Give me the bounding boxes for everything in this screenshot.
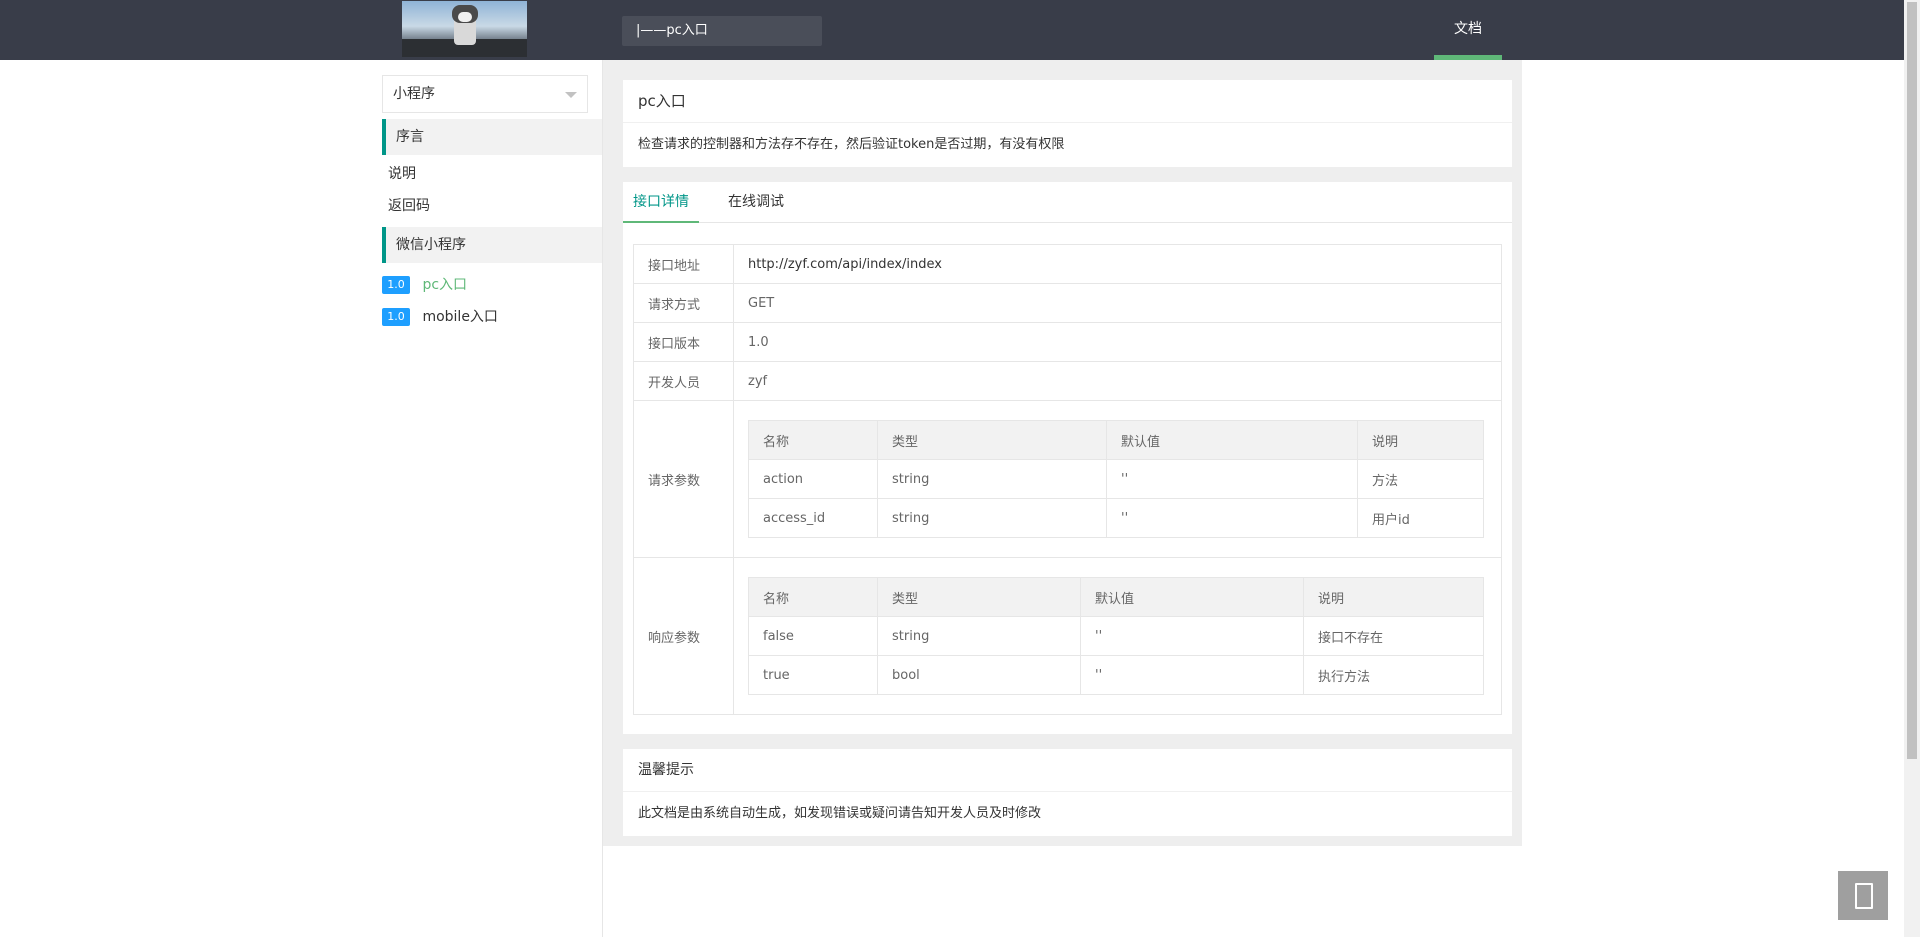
param-desc: 方法 (1357, 459, 1484, 499)
sidebar-item-mobile-entry[interactable]: 1.0 mobile入口 (382, 306, 498, 328)
col-type: 类型 (877, 420, 1107, 460)
top-header: |——pc入口 文档 (0, 0, 1904, 60)
method-value: GET (733, 283, 1502, 323)
response-params-cell: 名称 类型 默认值 说明 false string '' 接口不存在 true … (733, 557, 1502, 715)
project-select[interactable]: 小程序 (382, 75, 588, 113)
tip-description: 此文档是由系统自动生成，如发现错误或疑问请告知开发人员及时修改 (638, 806, 1042, 821)
sidebar-group-wechat[interactable]: 微信小程序 (382, 227, 602, 263)
mobile-view-button[interactable] (1838, 871, 1888, 920)
table-row: 接口地址 http://zyf.com/api/index/index (633, 244, 1502, 284)
param-default: '' (1080, 655, 1304, 695)
api-info-table: 接口地址 http://zyf.com/api/index/index 请求方式… (633, 244, 1502, 715)
developer-label: 开发人员 (633, 361, 734, 401)
param-desc: 用户id (1357, 498, 1484, 538)
version-badge: 1.0 (382, 276, 410, 294)
param-type: bool (877, 655, 1081, 695)
param-name: action (748, 459, 878, 499)
param-type: string (877, 459, 1107, 499)
col-desc: 说明 (1357, 420, 1484, 460)
table-row: access_id string '' 用户id (748, 498, 1484, 538)
table-row: 开发人员 zyf (633, 361, 1502, 401)
tab-bar: 接口详情 在线调试 (623, 182, 1512, 223)
url-value: http://zyf.com/api/index/index (733, 244, 1502, 284)
tab-detail-label: 接口详情 (633, 194, 689, 210)
tab-active-underline (623, 221, 699, 223)
response-params-label: 响应参数 (633, 557, 734, 715)
col-name: 名称 (748, 577, 878, 617)
param-type: string (877, 616, 1081, 656)
sidebar-item-explain[interactable]: 说明 (388, 164, 416, 184)
table-header-row: 名称 类型 默认值 说明 (748, 420, 1484, 460)
version-value: 1.0 (733, 322, 1502, 362)
param-name: false (748, 616, 878, 656)
method-label: 请求方式 (633, 283, 734, 323)
param-name: true (748, 655, 878, 695)
col-name: 名称 (748, 420, 878, 460)
developer-value: zyf (733, 361, 1502, 401)
api-label: mobile入口 (422, 309, 498, 325)
tip-title: 温馨提示 (623, 749, 1512, 792)
param-name: access_id (748, 498, 878, 538)
col-type: 类型 (877, 577, 1081, 617)
intro-card: pc入口 检查请求的控制器和方法存不存在，然后验证token是否过期，有没有权限 (623, 80, 1512, 167)
page-title: pc入口 (623, 80, 1512, 123)
nav-doc-label: 文档 (1454, 21, 1482, 37)
col-default: 默认值 (1106, 420, 1358, 460)
version-label: 接口版本 (633, 322, 734, 362)
logo-dog-face (458, 12, 472, 22)
table-row: 响应参数 名称 类型 默认值 说明 false string '' 接口不存在 … (633, 557, 1502, 715)
table-header-row: 名称 类型 默认值 说明 (748, 577, 1484, 617)
detail-card: 接口详情 在线调试 接口地址 http://zyf.com/api/index/… (623, 182, 1512, 734)
logo-image[interactable] (402, 1, 527, 57)
tip-card: 温馨提示 此文档是由系统自动生成，如发现错误或疑问请告知开发人员及时修改 (623, 749, 1512, 836)
url-label: 接口地址 (633, 244, 734, 284)
table-row: 接口版本 1.0 (633, 322, 1502, 362)
param-default: '' (1106, 459, 1358, 499)
param-default: '' (1080, 616, 1304, 656)
search-input[interactable]: |——pc入口 (622, 16, 822, 46)
main-content: pc入口 检查请求的控制器和方法存不存在，然后验证token是否过期，有没有权限… (603, 60, 1522, 846)
scrollbar-thumb[interactable] (1907, 2, 1917, 759)
sidebar-item-pc-entry[interactable]: 1.0 pc入口 (382, 274, 467, 296)
project-select-value: 小程序 (393, 86, 435, 102)
param-type: string (877, 498, 1107, 538)
table-row: 请求方式 GET (633, 283, 1502, 323)
table-row: false string '' 接口不存在 (748, 616, 1484, 656)
sidebar: 小程序 序言 说明 返回码 微信小程序 1.0 pc入口 1.0 mobile入… (382, 60, 603, 937)
nav-doc-tab[interactable]: 文档 (1434, 0, 1502, 60)
tab-online-debug[interactable]: 在线调试 (718, 182, 794, 222)
table-row: action string '' 方法 (748, 459, 1484, 499)
api-label: pc入口 (422, 277, 468, 293)
col-desc: 说明 (1303, 577, 1484, 617)
request-params-label: 请求参数 (633, 400, 734, 558)
request-params-table: 名称 类型 默认值 说明 action string '' 方法 access_… (748, 420, 1484, 538)
chevron-down-icon (565, 92, 577, 98)
param-default: '' (1106, 498, 1358, 538)
page-description: 检查请求的控制器和方法存不存在，然后验证token是否过期，有没有权限 (638, 137, 1065, 152)
phone-icon (1855, 883, 1873, 909)
request-params-cell: 名称 类型 默认值 说明 action string '' 方法 access_… (733, 400, 1502, 558)
response-params-table: 名称 类型 默认值 说明 false string '' 接口不存在 true … (748, 577, 1484, 695)
param-desc: 接口不存在 (1303, 616, 1484, 656)
tab-detail[interactable]: 接口详情 (623, 182, 699, 223)
param-desc: 执行方法 (1303, 655, 1484, 695)
table-row: 请求参数 名称 类型 默认值 说明 action string '' 方法 ac… (633, 400, 1502, 558)
sidebar-item-return-code[interactable]: 返回码 (388, 196, 430, 216)
sidebar-group-preface[interactable]: 序言 (382, 119, 602, 155)
table-row: true bool '' 执行方法 (748, 655, 1484, 695)
version-badge: 1.0 (382, 308, 410, 326)
col-default: 默认值 (1080, 577, 1304, 617)
page-scrollbar[interactable] (1904, 0, 1920, 937)
